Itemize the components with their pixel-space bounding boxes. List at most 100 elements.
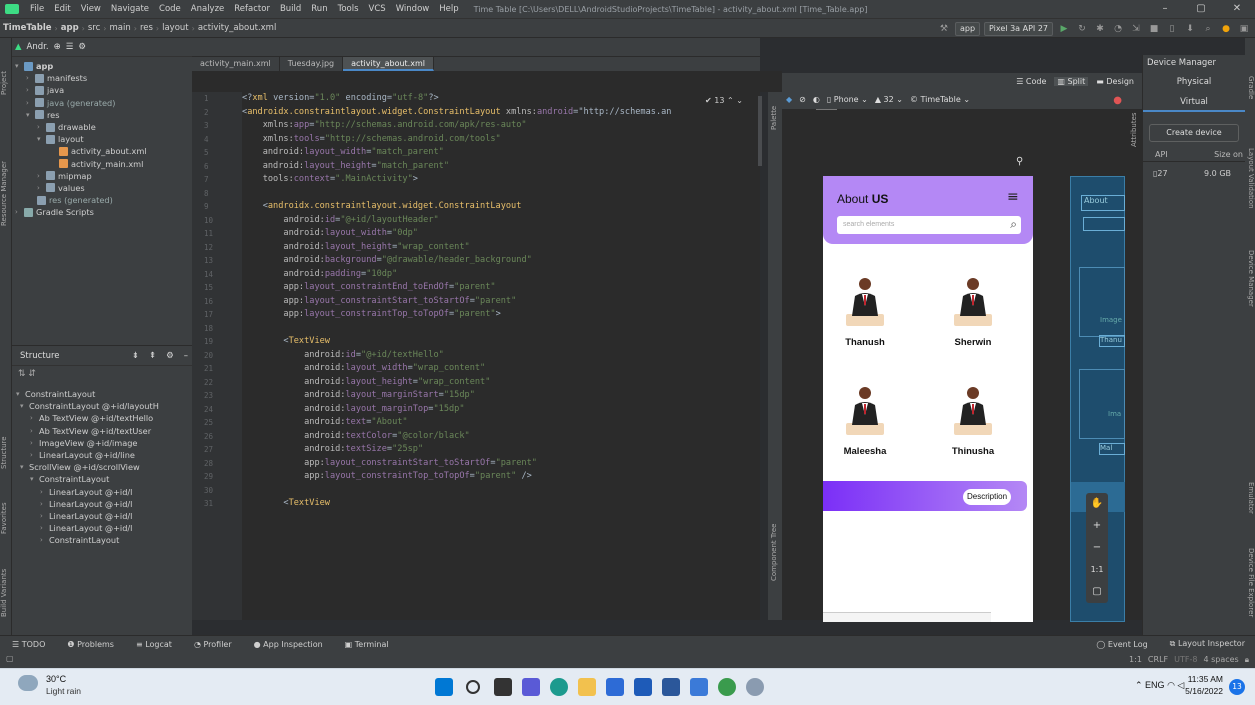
search-everywhere-icon[interactable]: ⌕ [1201, 22, 1215, 36]
favorites-tool-tab[interactable]: Favorites [0, 493, 12, 543]
tree-item[interactable]: › ConstraintLayout [12, 534, 192, 546]
pan-hand-icon[interactable]: ✋ [1086, 493, 1108, 515]
expand-icon[interactable]: ⇟ [132, 351, 139, 361]
gradle-tab[interactable]: Gradle [1245, 68, 1255, 108]
search-input[interactable]: search elements ⌕ [837, 216, 1021, 234]
tree-item[interactable]: › LinearLayout @+id/l [12, 498, 192, 510]
resource-manager-tab[interactable]: Resource Manager [0, 148, 12, 238]
maximize-icon[interactable]: ▢ [1183, 0, 1219, 18]
code-line[interactable]: android:layout_marginStart="15dp" [242, 389, 760, 403]
run-icon[interactable]: ▶ [1057, 22, 1071, 36]
code-line[interactable] [242, 187, 760, 201]
layout-inspector-tab[interactable]: ⧉ Layout Inspector [1158, 639, 1255, 649]
tree-item[interactable]: activity_main.xml [12, 158, 192, 170]
menu-run[interactable]: Run [306, 4, 332, 14]
code-line[interactable]: android:layout_marginTop="15dp" [242, 403, 760, 417]
caret-position[interactable]: 1:1 [1129, 655, 1142, 665]
event-log-tab[interactable]: ◯ Event Log [1084, 640, 1157, 649]
tree-item[interactable]: › mipmap [12, 170, 192, 182]
palette-tab[interactable]: Palette [770, 98, 782, 138]
hammer-icon[interactable]: ⚒ [937, 22, 951, 36]
menu-refactor[interactable]: Refactor [229, 4, 275, 14]
menu-build[interactable]: Build [275, 4, 306, 14]
tree-item[interactable]: › Ab TextView @+id/textHello [12, 412, 192, 424]
tree-item[interactable]: › manifests [12, 72, 192, 84]
split-mode-button[interactable]: ▥ Split [1054, 77, 1089, 86]
android-studio-taskbar-icon[interactable] [746, 678, 764, 696]
menu-view[interactable]: View [76, 4, 106, 14]
code-line[interactable]: android:text="About" [242, 416, 760, 430]
error-icon[interactable]: ● [1113, 95, 1122, 106]
tree-item[interactable]: res (generated) [12, 194, 192, 206]
code-line[interactable]: android:textSize="25sp" [242, 443, 760, 457]
code-line[interactable] [242, 484, 760, 498]
weather-icon[interactable] [18, 675, 38, 691]
code-line[interactable]: android:layout_height="wrap_content" [242, 376, 760, 390]
code-line[interactable]: android:textColor="@color/black" [242, 430, 760, 444]
search-icon[interactable]: ⌕ [1010, 217, 1017, 232]
code-mode-button[interactable]: ☰ Code [1016, 77, 1046, 86]
stop-icon[interactable]: ■ [1147, 22, 1161, 36]
hide-icon[interactable]: – [184, 351, 192, 361]
code-line[interactable]: android:id="@+id/layoutHeader" [242, 214, 760, 228]
tab-tuesday-jpg[interactable]: Tuesday.jpg [280, 57, 344, 71]
theme-select[interactable]: © TimeTable ⌄ [910, 95, 970, 104]
code-line[interactable]: xmlns:app="http://schemas.android.com/ap… [242, 119, 760, 133]
tree-item[interactable]: › values [12, 182, 192, 194]
tree-item[interactable]: › ImageView @+id/image [12, 437, 192, 449]
person-card[interactable]: Thanush [830, 274, 900, 348]
zoom-out-icon[interactable]: − [1086, 537, 1108, 559]
person-card[interactable]: Sherwin [938, 274, 1008, 348]
minimize-icon[interactable]: – [1147, 0, 1183, 18]
profiler-tab[interactable]: ◔ Profiler [182, 640, 242, 649]
zoom-fit-icon[interactable]: ▢ [1086, 581, 1108, 603]
code-line[interactable]: android:id="@+id/textHello" [242, 349, 760, 363]
menu-window[interactable]: Window [391, 4, 435, 14]
weather-desc[interactable]: Light rain [46, 686, 81, 696]
tree-item[interactable]: ▾ ScrollView @+id/scrollView [12, 461, 192, 473]
description-button[interactable]: Description [963, 489, 1012, 505]
layout-validation-tab[interactable]: Layout Validation [1245, 133, 1255, 223]
tab-physical[interactable]: Physical [1143, 72, 1245, 92]
chat-icon[interactable] [522, 678, 540, 696]
editor-scrollbar[interactable] [758, 96, 762, 166]
orientation-icon[interactable]: ⊘ [799, 95, 806, 104]
attach-icon[interactable]: ⇲ [1129, 22, 1143, 36]
component-tree-tab[interactable]: Component Tree [770, 512, 782, 592]
avd-icon[interactable]: ▯ [1165, 22, 1179, 36]
code-line[interactable]: <androidx.constraintlayout.widget.Constr… [242, 106, 760, 120]
person-card[interactable]: Thinusha [938, 383, 1008, 457]
sdk-icon[interactable]: ⬇ [1183, 22, 1197, 36]
code-line[interactable]: android:layout_width="wrap_content" [242, 362, 760, 376]
settings-gear-icon[interactable]: ⚙ [78, 42, 86, 52]
tree-item[interactable]: › LinearLayout @+id/l [12, 510, 192, 522]
lock-icon[interactable]: 🔒︎ [1245, 655, 1249, 665]
menu-code[interactable]: Code [154, 4, 186, 14]
design-mode-button[interactable]: ▬ Design [1096, 77, 1134, 86]
collapse-all-icon[interactable]: ⇞ [149, 351, 156, 361]
ide-icon[interactable]: ▣ [1237, 22, 1251, 36]
tree-item[interactable]: › LinearLayout @+id/l [12, 486, 192, 498]
debug-icon[interactable]: ✱ [1093, 22, 1107, 36]
breadcrumb-res[interactable]: res [137, 23, 156, 33]
code-line[interactable]: android:layout_width="0dp" [242, 227, 760, 241]
menu-vcs[interactable]: VCS [364, 4, 391, 14]
attributes-tab[interactable]: Attributes [1130, 100, 1142, 160]
code-line[interactable]: app:layout_constraintStart_toStartOf="pa… [242, 295, 760, 309]
system-tray[interactable]: ⌃ ENG ◠ ◁ [1135, 680, 1184, 691]
language-indicator[interactable]: ENG [1145, 680, 1165, 690]
breadcrumb-app[interactable]: app [58, 23, 82, 33]
tab-activity-about[interactable]: activity_about.xml [343, 57, 434, 71]
tree-item[interactable]: › drawable [12, 121, 192, 133]
edge-icon[interactable] [550, 678, 568, 696]
update-icon[interactable]: ● [1219, 22, 1233, 36]
zoom-actual-button[interactable]: 1:1 [1086, 559, 1108, 581]
tree-item[interactable]: ▾ ConstraintLayout [12, 473, 192, 485]
device-file-explorer-tab[interactable]: Device File Explorer [1245, 538, 1255, 628]
tree-item[interactable]: › Ab TextView @+id/textUser [12, 425, 192, 437]
person-card[interactable]: Maleesha [830, 383, 900, 457]
notification-badge[interactable]: 13 [1229, 679, 1245, 695]
code-line[interactable]: <TextView [242, 335, 760, 349]
tree-item[interactable]: ▾ ConstraintLayout [12, 388, 192, 400]
chrome-icon[interactable] [718, 678, 736, 696]
